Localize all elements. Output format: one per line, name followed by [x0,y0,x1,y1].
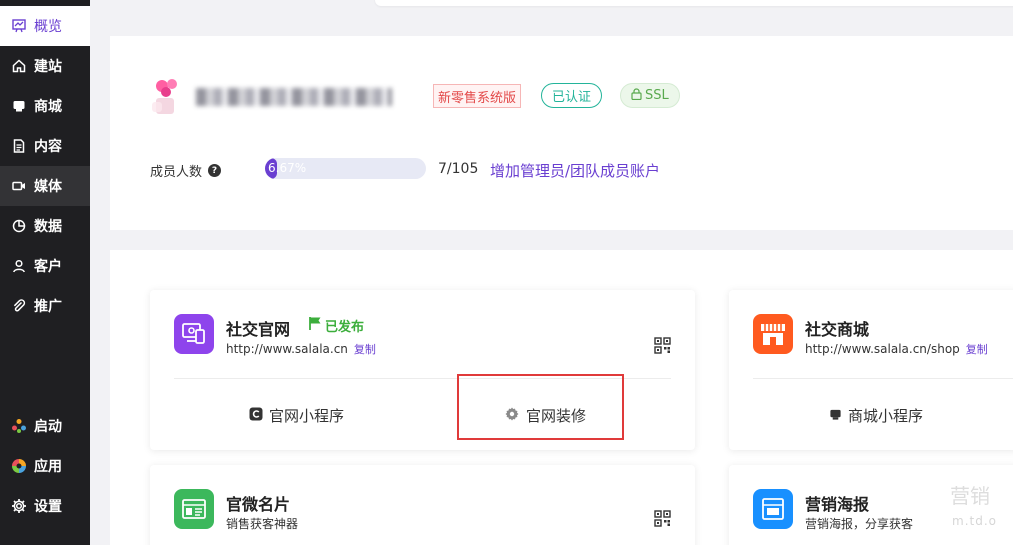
member-progress-text: 6.67% [268,161,307,175]
sidebar-item-site[interactable]: 建站 [0,46,90,86]
site-miniprogram-button[interactable]: 官网小程序 [249,405,344,426]
paperclip-icon [11,298,27,314]
namecard-title: 官微名片 [226,495,291,514]
website-icon [174,314,214,354]
namecard-subtitle: 销售获客神器 [226,517,299,531]
sidebar-item-settings[interactable]: 设置 [0,486,90,526]
sidebar-item-launch[interactable]: 启动 [0,406,90,446]
lock-icon [631,87,642,104]
storefront-icon [753,314,793,354]
edition-badge: 新零售系统版 [433,84,522,108]
sidebar: 概览 建站 商城 内容 媒体 数据 客户 推广 启动 应用 设置 [0,0,90,545]
shop-icon [11,98,27,114]
sidebar-item-label: 推广 [34,299,62,315]
top-search-bar[interactable] [375,0,1013,6]
help-icon[interactable]: ? [208,164,222,177]
qr-code-icon[interactable] [654,510,671,527]
pie-chart-icon [11,218,27,234]
overview-icon [11,18,27,34]
sidebar-item-label: 启动 [34,419,62,435]
document-icon [11,138,27,154]
sidebar-item-mall[interactable]: 商城 [0,86,90,126]
verified-badge: 已认证 [541,83,603,108]
mall-miniprogram-button[interactable]: 商城小程序 [829,405,923,426]
poster-subtitle: 营销海报，分享获客 [805,517,914,531]
miniprogram-icon [249,407,263,425]
sidebar-item-media[interactable]: 媒体 [0,166,90,206]
apps-icon [11,458,27,474]
sidebar-item-label: 客户 [34,259,62,275]
qr-code-icon[interactable] [654,337,671,354]
sidebar-item-label: 内容 [34,139,62,155]
card-divider [753,378,1013,379]
ssl-badge-label: SSL [645,88,669,103]
watermark-text-secondary: m.td.o [952,514,997,528]
member-progress-bar: 6.67% [265,158,426,179]
namecard-card: 官微名片 销售获客神器 [150,465,695,545]
user-icon [11,258,27,274]
sidebar-item-label: 设置 [34,499,62,515]
sidebar-item-apps[interactable]: 应用 [0,446,90,486]
social-mall-card: 社交商城 http://www.salala.cn/shop 复制 商城小程序 [729,290,1013,450]
sidebar-item-customer[interactable]: 客户 [0,246,90,286]
home-icon [11,58,27,74]
top-strip [90,0,1013,36]
shop-icon [829,407,842,425]
site-miniprogram-label: 官网小程序 [269,407,345,425]
social-site-url: http://www.salala.cn 复制 [226,341,376,357]
mall-miniprogram-label: 商城小程序 [848,407,924,425]
sidebar-item-label: 商城 [34,99,62,115]
sidebar-item-overview[interactable]: 概览 [0,6,90,46]
social-site-title: 社交官网 [226,320,291,339]
sidebar-item-promotion[interactable]: 推广 [0,286,90,326]
video-icon [11,178,27,194]
site-name-blurred [196,88,392,106]
launch-icon [11,418,27,434]
flag-icon [308,316,322,335]
published-status: 已发布 [308,316,364,335]
copy-site-url-button[interactable]: 复制 [354,343,376,356]
gear-icon [11,498,27,514]
sidebar-item-data[interactable]: 数据 [0,206,90,246]
namecard-icon [174,489,214,529]
social-site-url-text: http://www.salala.cn [226,342,348,356]
sidebar-item-label: 概览 [34,19,62,35]
site-logo-icon [150,76,190,116]
profile-card: 新零售系统版 已认证 SSL 成员人数 ? 6.67% 7/105 增加管理员/… [110,36,1013,230]
sidebar-item-label: 应用 [34,459,62,475]
sidebar-item-label: 媒体 [34,179,62,195]
member-count-label: 成员人数 ? [150,161,222,180]
member-count-value: 7/105 [438,161,479,177]
sidebar-item-label: 数据 [34,219,62,235]
poster-icon [753,489,793,529]
add-member-link[interactable]: 增加管理员/团队成员账户 [490,160,660,181]
sidebar-item-content[interactable]: 内容 [0,126,90,166]
social-mall-url-text: http://www.salala.cn/shop [805,342,960,356]
published-status-text: 已发布 [325,320,365,335]
member-label-text: 成员人数 [150,165,203,180]
social-mall-url: http://www.salala.cn/shop 复制 [805,341,988,357]
copy-mall-url-button[interactable]: 复制 [966,343,988,356]
poster-title: 营销海报 [805,495,870,514]
highlight-annotation-box [457,374,624,440]
ssl-badge: SSL [620,83,680,108]
social-mall-title: 社交商城 [805,320,870,339]
watermark-text: 营销 [950,484,990,508]
sidebar-item-label: 建站 [34,59,62,75]
